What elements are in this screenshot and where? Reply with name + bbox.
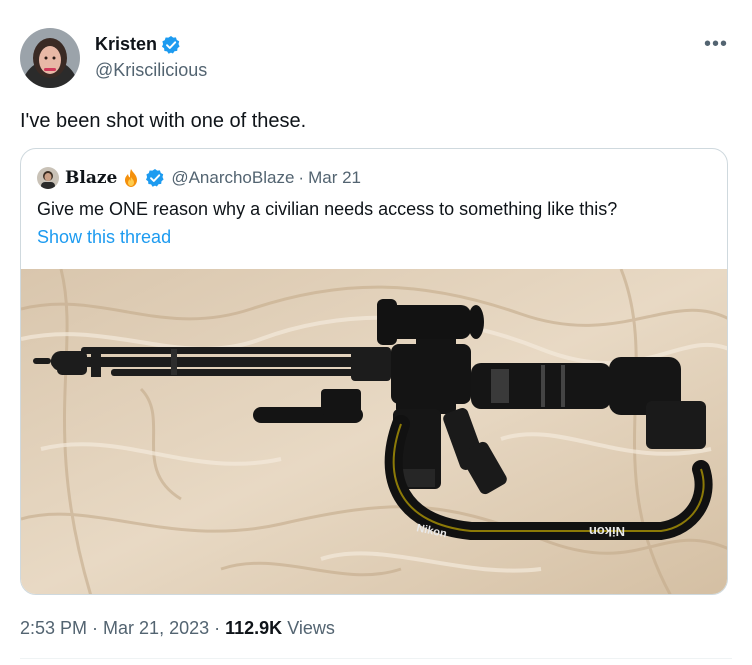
tweet-date[interactable]: Mar 21, 2023 [103,618,209,639]
views-label: Views [287,618,335,638]
tweet-meta: 2:53 PM · Mar 21, 2023 · 112.9K Views [20,618,335,639]
quoted-tweet-header: Blaze @AnarchoBlaze · Mar 21 [37,167,361,189]
tweet-time[interactable]: 2:53 PM [20,618,87,639]
tweet: Kristen @Kriscilicious ••• I've been sho… [0,0,752,665]
quoted-separator: · [298,168,305,187]
verified-badge-icon[interactable] [161,35,181,55]
quoted-tweet[interactable]: Blaze @AnarchoBlaze · Mar 21 Give me ONE… [20,148,728,595]
divider [20,658,732,659]
strap-label-right: Nikon [589,524,625,539]
fire-icon [121,168,141,188]
views-count: 112.9K [225,618,283,638]
quoted-tweet-text: Give me ONE reason why a civilian needs … [37,199,618,219]
tweet-text: I've been shot with one of these. [20,110,307,132]
quoted-verified-badge-icon[interactable] [145,168,165,188]
author-avatar[interactable] [20,28,80,88]
quoted-author-avatar[interactable] [37,167,59,189]
quoted-author-handle[interactable]: @AnarchoBlaze [171,168,294,188]
quoted-date[interactable]: Mar 21 [308,168,361,188]
meta-separator: · [214,618,221,638]
author-display-name[interactable]: Kristen [95,34,157,55]
show-thread-link[interactable]: Show this thread [37,227,171,248]
author-name-row: Kristen [95,34,181,55]
author-handle[interactable]: @Kriscilicious [95,60,207,81]
quoted-author-display-name[interactable]: Blaze [65,168,117,188]
meta-separator: · [92,618,99,638]
quoted-tweet-image[interactable]: Nikon Nikon [21,269,727,594]
more-icon[interactable]: ••• [702,34,730,54]
